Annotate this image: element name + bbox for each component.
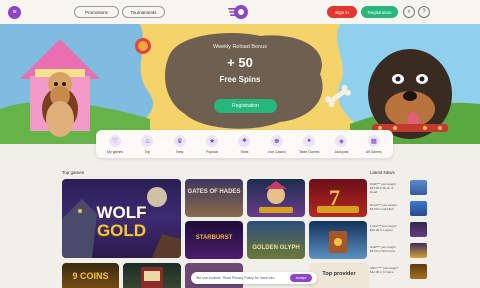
fruits-artwork: 7 xyxy=(317,185,359,213)
game-tile-book[interactable] xyxy=(309,221,367,259)
top-games-title: Top games xyxy=(62,170,85,175)
help-icon[interactable]: ? xyxy=(418,6,430,18)
game-tile-gates-of-hades[interactable]: GATES OF HADES xyxy=(185,179,243,217)
jackpot-icon: ◈ xyxy=(335,134,348,147)
wolf-title-line1: WOLF xyxy=(96,203,147,222)
game-tile-slot-machine[interactable] xyxy=(123,263,181,288)
news-thumbnail xyxy=(410,264,427,279)
news-thumbnail xyxy=(410,243,427,258)
news-thumbnail xyxy=(410,201,427,216)
category-label: All Games xyxy=(365,149,382,154)
signin-button[interactable]: Sign in xyxy=(327,6,357,18)
top-provider-panel: Top provider xyxy=(309,263,369,288)
banner-subtitle: Weekly Reload Bonus xyxy=(212,44,267,50)
news-item[interactable]: Frank*** just caught $30.00 in Legacy xyxy=(370,222,428,240)
category-label: My games xyxy=(107,149,124,154)
news-line: $4.00 in Wolf Gold xyxy=(370,249,395,253)
crown-icon: ♛ xyxy=(173,134,186,147)
game-tile-9-coins[interactable]: 9 COINS xyxy=(62,263,119,288)
game-tile-fruits-gold[interactable]: 7 xyxy=(309,179,367,217)
register-button[interactable]: Registration xyxy=(361,6,398,18)
banner-register-button[interactable]: Registration xyxy=(214,99,277,113)
tournaments-button[interactable]: Tournaments xyxy=(122,6,165,18)
category-my-games[interactable]: ♡ My games xyxy=(100,134,130,154)
slot-artwork xyxy=(141,267,163,288)
category-label: New xyxy=(176,149,184,154)
category-new[interactable]: ♛ New xyxy=(165,134,195,154)
game-title: GOLDEN GLYPH xyxy=(252,245,300,251)
category-label: Slots xyxy=(240,149,249,154)
category-label: Jackpots xyxy=(334,149,349,154)
category-bar: ♡ My games ♨ Top ♛ New ★ Popular ♣ Slots… xyxy=(96,130,393,158)
category-jackpots[interactable]: ◈ Jackpots xyxy=(326,134,356,154)
logo[interactable] xyxy=(226,3,250,21)
news-text: Riddl*** just caught $4.00 in Wolf Gold xyxy=(370,245,408,253)
game-tile-joker[interactable] xyxy=(247,179,305,217)
game-tile-wolf-gold[interactable]: WOLF GOLD xyxy=(62,179,181,258)
banner-artwork xyxy=(0,24,480,144)
category-popular[interactable]: ★ Popular xyxy=(197,134,227,154)
news-line: $12.00 in 9 Coins xyxy=(370,270,394,274)
cookie-banner: We use cookies. Read Privacy Policy for … xyxy=(191,272,317,284)
cherry-icon: ♣ xyxy=(238,134,251,147)
game-title: 9 COINS xyxy=(72,271,109,281)
promo-banner: Weekly Reload Bonus + 50 Free Spins Regi… xyxy=(0,24,480,144)
search-icon[interactable]: ⌕ xyxy=(403,6,415,18)
game-title: STARBURST xyxy=(195,235,233,241)
category-label: Popular xyxy=(206,149,219,154)
promotions-button[interactable]: Promotions xyxy=(74,6,119,18)
category-label: Live Casino xyxy=(267,149,286,154)
news-text: Riddl*** just caught $25.60 in Book of D… xyxy=(370,182,408,194)
menu-icon[interactable]: ≡ xyxy=(8,5,21,19)
news-text: Frank*** just caught $30.00 in Legacy xyxy=(370,224,408,232)
category-table-games[interactable]: ♠ Table Games xyxy=(294,134,324,154)
category-all-games[interactable]: ▦ All Games xyxy=(359,134,389,154)
category-label: Table Games xyxy=(298,149,320,154)
top-provider-title: Top provider xyxy=(322,271,356,277)
book-artwork xyxy=(329,231,347,253)
news-thumbnail xyxy=(410,180,427,195)
banner-free-spins: Free Spins xyxy=(219,75,261,84)
grid-icon: ▦ xyxy=(367,134,380,147)
wolf-title-line2: GOLD xyxy=(96,221,147,240)
news-line: $2.50 in Gold Bull xyxy=(370,207,394,211)
flame-icon: ♨ xyxy=(141,134,154,147)
cards-icon: ♠ xyxy=(303,134,316,147)
latest-news-title: Latest News xyxy=(370,170,395,175)
cookie-text: We use cookies. Read Privacy Policy for … xyxy=(196,276,276,280)
news-thumbnail xyxy=(410,222,427,237)
star-icon: ★ xyxy=(206,134,219,147)
news-text: CRC***** just caught $12.00 in 9 Coins xyxy=(370,266,408,274)
casino-home-page: ≡ Promotions Tournaments Sign in Registr… xyxy=(0,0,480,288)
heart-icon: ♡ xyxy=(109,134,122,147)
news-line: Dead xyxy=(370,190,378,194)
news-item[interactable]: Riddl*** just caught $4.00 in Wolf Gold xyxy=(370,243,428,261)
cookie-accept-button[interactable]: Accept xyxy=(290,274,312,282)
category-live-casino[interactable]: ♚ Live Casino xyxy=(262,134,292,154)
joker-artwork xyxy=(259,181,293,213)
banner-amount: + 50 xyxy=(227,55,253,70)
news-line: $30.00 in Legacy xyxy=(370,228,393,232)
news-item[interactable]: Riddl*** just caught $25.60 in Book of D… xyxy=(370,180,428,198)
news-item[interactable]: CRC***** just caught $12.00 in 9 Coins xyxy=(370,264,428,282)
dealer-icon: ♚ xyxy=(270,134,283,147)
category-slots[interactable]: ♣ Slots xyxy=(229,134,259,154)
category-label: Top xyxy=(144,149,151,154)
category-top[interactable]: ♨ Top xyxy=(132,134,162,154)
news-text: Brunh*** just caught $2.50 in Gold Bull xyxy=(370,203,408,211)
game-tile-golden-glyph[interactable]: GOLDEN GLYPH xyxy=(247,221,305,259)
news-item[interactable]: Brunh*** just caught $2.50 in Gold Bull xyxy=(370,201,428,219)
game-tile-starburst[interactable]: STARBURST xyxy=(185,221,243,259)
game-title: GATES OF HADES xyxy=(187,189,241,195)
